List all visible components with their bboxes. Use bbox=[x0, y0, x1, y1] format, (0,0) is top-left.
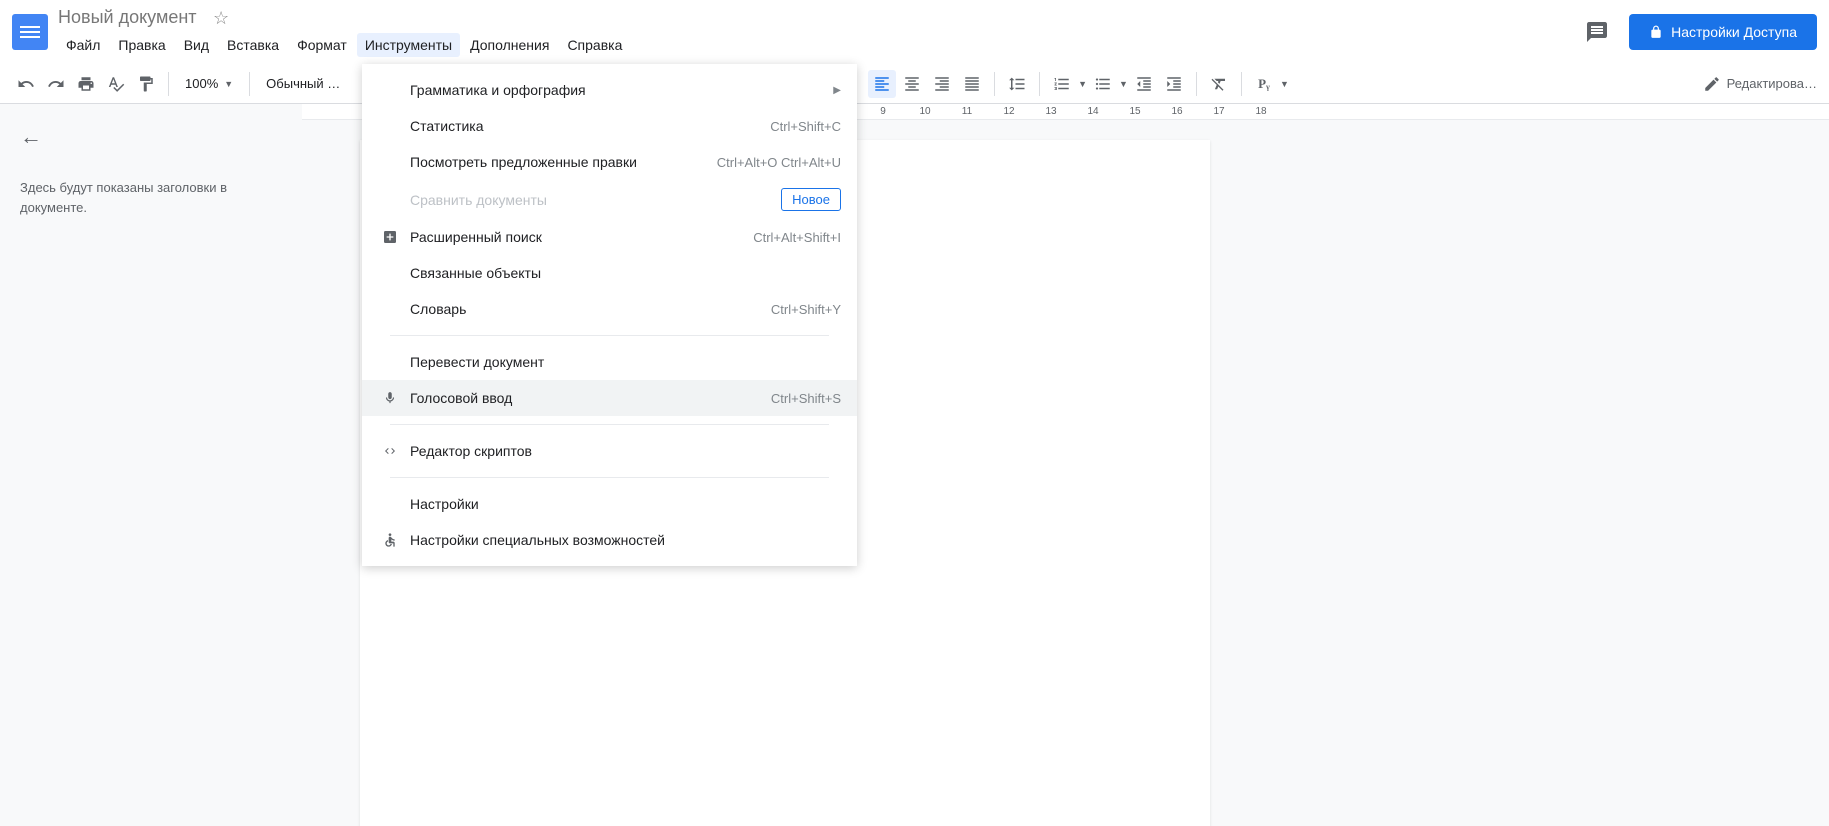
menu-separator bbox=[390, 477, 829, 478]
blank-icon bbox=[378, 116, 402, 136]
ruler-tick: 11 bbox=[946, 106, 988, 117]
menu-separator bbox=[390, 335, 829, 336]
toolbar: 100%▼ Обычный … ▼ ▼ ▼ Pᵧ ▼ Редактирова… bbox=[0, 64, 1829, 104]
redo-button[interactable] bbox=[42, 70, 70, 98]
header: Новый документ ☆ Файл Правка Вид Вставка… bbox=[0, 0, 1829, 64]
star-icon[interactable]: ☆ bbox=[213, 8, 229, 28]
menu-dictionary[interactable]: Словарь Ctrl+Shift+Y bbox=[362, 291, 857, 327]
input-tools-button[interactable]: Pᵧ bbox=[1250, 70, 1278, 98]
align-right-button[interactable] bbox=[928, 70, 956, 98]
line-spacing-button[interactable] bbox=[1003, 70, 1031, 98]
menu-file[interactable]: Файл bbox=[58, 33, 108, 57]
menu-insert[interactable]: Вставка bbox=[219, 33, 287, 57]
ruler-tick: 13 bbox=[1030, 106, 1072, 117]
ruler-tick: 12 bbox=[988, 106, 1030, 117]
ruler-tick: 16 bbox=[1156, 106, 1198, 117]
accessibility-icon bbox=[378, 530, 402, 550]
outline-panel: ← Здесь будут показаны заголовки в докум… bbox=[0, 104, 302, 826]
microphone-icon bbox=[378, 388, 402, 408]
separator bbox=[1196, 72, 1197, 96]
outline-empty-text: Здесь будут показаны заголовки в докумен… bbox=[20, 178, 282, 217]
editing-mode-select[interactable]: Редактирова… bbox=[1703, 75, 1817, 93]
menu-addons[interactable]: Дополнения bbox=[462, 33, 557, 57]
lock-icon bbox=[1649, 25, 1663, 39]
paragraph-style-select[interactable]: Обычный … bbox=[258, 72, 358, 95]
menubar: Файл Правка Вид Вставка Формат Инструмен… bbox=[58, 33, 1579, 57]
blank-icon bbox=[378, 152, 402, 172]
blank-icon bbox=[378, 352, 402, 372]
back-arrow-icon[interactable]: ← bbox=[20, 124, 42, 150]
docs-logo-icon[interactable] bbox=[12, 14, 48, 50]
chevron-down-icon[interactable]: ▼ bbox=[1280, 79, 1289, 89]
ruler-tick: 18 bbox=[1240, 106, 1282, 117]
menu-review-suggestions[interactable]: Посмотреть предложенные правки Ctrl+Alt+… bbox=[362, 144, 857, 180]
decrease-indent-button[interactable] bbox=[1130, 70, 1158, 98]
blank-icon bbox=[378, 80, 402, 100]
submenu-arrow-icon: ▶ bbox=[833, 85, 841, 96]
menu-format[interactable]: Формат bbox=[289, 33, 355, 57]
menu-explore[interactable]: Расширенный поиск Ctrl+Alt+Shift+I bbox=[362, 219, 857, 255]
menu-preferences[interactable]: Настройки bbox=[362, 486, 857, 522]
new-badge: Новое bbox=[781, 188, 841, 211]
title-area: Новый документ ☆ Файл Правка Вид Вставка… bbox=[58, 7, 1579, 57]
clear-formatting-button[interactable] bbox=[1205, 70, 1233, 98]
ruler-tick: 9 bbox=[862, 106, 904, 117]
menu-grammar-spelling[interactable]: Грамматика и орфография ▶ bbox=[362, 72, 857, 108]
align-justify-button[interactable] bbox=[958, 70, 986, 98]
blank-icon bbox=[378, 263, 402, 283]
menu-view[interactable]: Вид bbox=[176, 33, 217, 57]
numbered-list-button[interactable] bbox=[1048, 70, 1076, 98]
chevron-down-icon[interactable]: ▼ bbox=[1119, 79, 1128, 89]
ruler-tick: 17 bbox=[1198, 106, 1240, 117]
pencil-icon bbox=[1703, 75, 1721, 93]
ruler-tick: 10 bbox=[904, 106, 946, 117]
share-label: Настройки Доступа bbox=[1671, 24, 1797, 40]
main-area: ← Здесь будут показаны заголовки в докум… bbox=[0, 104, 1829, 826]
paint-format-button[interactable] bbox=[132, 70, 160, 98]
comments-icon[interactable] bbox=[1579, 14, 1615, 50]
separator bbox=[1039, 72, 1040, 96]
menu-accessibility[interactable]: Настройки специальных возможностей bbox=[362, 522, 857, 558]
ruler-tick: 14 bbox=[1072, 106, 1114, 117]
document-title[interactable]: Новый документ bbox=[58, 7, 197, 28]
blank-icon bbox=[378, 190, 402, 210]
code-icon bbox=[378, 441, 402, 461]
menu-translate[interactable]: Перевести документ bbox=[362, 344, 857, 380]
menu-script-editor[interactable]: Редактор скриптов bbox=[362, 433, 857, 469]
ruler-tick: 15 bbox=[1114, 106, 1156, 117]
menu-compare-documents: Сравнить документы Новое bbox=[362, 180, 857, 219]
menu-edit[interactable]: Правка bbox=[110, 33, 173, 57]
separator bbox=[1241, 72, 1242, 96]
undo-button[interactable] bbox=[12, 70, 40, 98]
align-center-button[interactable] bbox=[898, 70, 926, 98]
menu-tools[interactable]: Инструменты bbox=[357, 33, 460, 57]
explore-icon bbox=[378, 227, 402, 247]
zoom-select[interactable]: 100%▼ bbox=[177, 72, 241, 95]
align-left-button[interactable] bbox=[868, 70, 896, 98]
tools-dropdown-menu: Грамматика и орфография ▶ Статистика Ctr… bbox=[362, 64, 857, 566]
menu-voice-typing[interactable]: Голосовой ввод Ctrl+Shift+S bbox=[362, 380, 857, 416]
menu-help[interactable]: Справка bbox=[559, 33, 630, 57]
bulleted-list-button[interactable] bbox=[1089, 70, 1117, 98]
blank-icon bbox=[378, 494, 402, 514]
chevron-down-icon[interactable]: ▼ bbox=[1078, 79, 1087, 89]
menu-separator bbox=[390, 424, 829, 425]
separator bbox=[994, 72, 995, 96]
separator bbox=[249, 72, 250, 96]
separator bbox=[168, 72, 169, 96]
spellcheck-button[interactable] bbox=[102, 70, 130, 98]
menu-word-count[interactable]: Статистика Ctrl+Shift+C bbox=[362, 108, 857, 144]
increase-indent-button[interactable] bbox=[1160, 70, 1188, 98]
blank-icon bbox=[378, 299, 402, 319]
share-button[interactable]: Настройки Доступа bbox=[1629, 14, 1817, 50]
print-button[interactable] bbox=[72, 70, 100, 98]
menu-linked-objects[interactable]: Связанные объекты bbox=[362, 255, 857, 291]
